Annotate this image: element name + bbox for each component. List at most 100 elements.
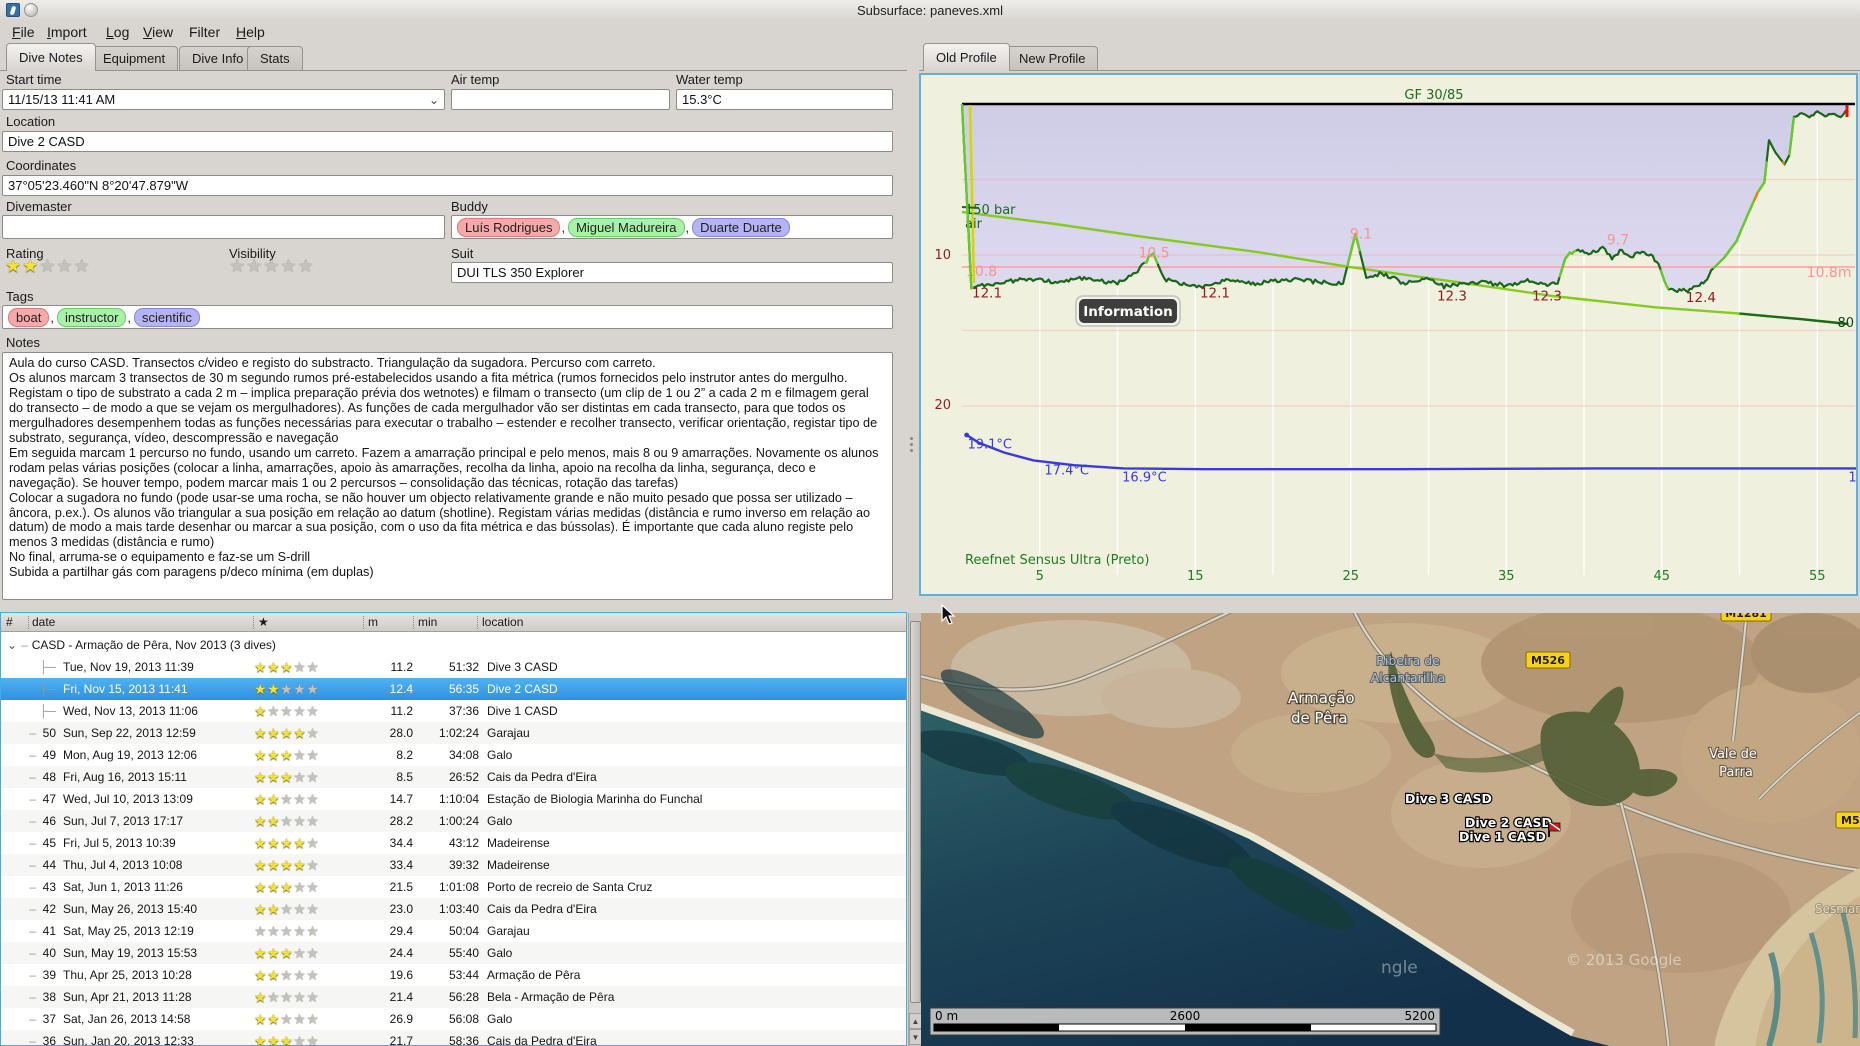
column-header-date[interactable]: date bbox=[32, 615, 55, 629]
dive-row[interactable]: – 42 Sun, May 26, 2013 15:40 ★★★★★ 23.0 1:03… bbox=[1, 898, 906, 920]
depth-annotation: 12.3 bbox=[1437, 289, 1467, 305]
buddy-input[interactable]: Luís Rodrigues, Miguel Madureira, Duarte D… bbox=[451, 215, 893, 239]
svg-text:5200: 5200 bbox=[1404, 1009, 1435, 1023]
tab-divider bbox=[919, 70, 1860, 71]
dive-row[interactable]: – 41 Sat, May 25, 2013 12:19 ★★★★★ 29.4 50:0… bbox=[1, 920, 906, 942]
dive-trip-group-row[interactable]: ⌄ – CASD - Armação de Pêra, Nov 2013 (3 di… bbox=[1, 634, 906, 656]
tag-chip[interactable]: scientific bbox=[134, 307, 200, 327]
buddy-chip[interactable]: Luís Rodrigues bbox=[457, 217, 561, 237]
menu-view[interactable]: View bbox=[139, 23, 177, 41]
dive-row[interactable]: – 43 Sat, Jun 1, 2013 11:26 ★★★★★ 21.5 1:01:… bbox=[1, 876, 906, 898]
column-header-num[interactable]: # bbox=[6, 615, 13, 629]
start-time-label: Start time bbox=[6, 72, 62, 87]
dive-row[interactable]: – 36 Sun, Jan 20, 2013 12:33 ★★★★★ 21.7 58:3… bbox=[1, 1030, 906, 1045]
dive-row[interactable]: – 48 Fri, Aug 16, 2013 15:11 ★★★★★ 8.5 26:52… bbox=[1, 766, 906, 788]
column-separator bbox=[253, 616, 254, 629]
temperature-label: 17.4°C bbox=[1044, 464, 1089, 479]
tab-equipment[interactable]: Equipment bbox=[90, 46, 179, 71]
dive-row[interactable]: – 38 Sun, Apr 21, 2013 11:28 ★★★★★ 21.4 56:2… bbox=[1, 986, 906, 1008]
x-axis-tick: 55 bbox=[1809, 569, 1826, 584]
app-window: Subsurface: paneves.xml File Import Log Vie… bbox=[0, 0, 1860, 1046]
tag-chip[interactable]: boat bbox=[8, 307, 50, 327]
menu-log[interactable]: Log bbox=[102, 23, 133, 41]
column-header-m[interactable]: m bbox=[368, 615, 378, 629]
dive-row[interactable]: – 44 Thu, Jul 4, 2013 10:08 ★★★★★ 33.4 39:32… bbox=[1, 854, 906, 876]
column-header-location[interactable]: location bbox=[482, 615, 523, 629]
menu-file[interactable]: File bbox=[8, 23, 39, 41]
svg-text:M1281: M1281 bbox=[1725, 613, 1767, 620]
water-temp-input[interactable]: 15.3°C bbox=[676, 89, 893, 110]
svg-text:Parra: Parra bbox=[1719, 765, 1753, 780]
mouse-cursor bbox=[941, 604, 956, 625]
tab-stats[interactable]: Stats bbox=[247, 46, 303, 71]
air-temp-input[interactable] bbox=[451, 89, 670, 110]
dive-list-scrollbar[interactable]: ▲ ▼ bbox=[908, 613, 922, 1046]
dive-row-selected[interactable]: ├─ Fri, Nov 15, 2013 11:41 ★★★★★ 12.4 56:35 D… bbox=[1, 678, 906, 700]
column-separator bbox=[477, 616, 478, 629]
notes-label: Notes bbox=[6, 335, 40, 350]
dive2-site-label: Dive 2 CASD bbox=[1465, 815, 1552, 830]
x-axis-tick: 35 bbox=[1498, 569, 1515, 584]
sesmarias-label: Sesmarias bbox=[1815, 902, 1860, 916]
gf-label: GF 30/85 bbox=[1404, 88, 1463, 103]
chevron-down-icon[interactable]: ⌄ bbox=[429, 93, 439, 107]
menu-bar: File Import Log View Filter Help bbox=[0, 20, 1860, 44]
svg-text:de Pêra: de Pêra bbox=[1291, 709, 1348, 727]
coordinates-label: Coordinates bbox=[6, 158, 77, 173]
menu-import[interactable]: Import bbox=[43, 23, 91, 41]
information-tooltip[interactable]: Information bbox=[1075, 295, 1181, 327]
depth-annotation: 10.8m bbox=[1807, 265, 1852, 281]
buddy-chip[interactable]: Duarte Duarte bbox=[692, 217, 790, 237]
svg-text:0 m: 0 m bbox=[935, 1009, 958, 1023]
buddy-chip[interactable]: Miguel Madureira bbox=[568, 217, 685, 237]
dive-row[interactable]: – 37 Sat, Jan 26, 2013 14:58 ★★★★★ 26.9 56:0… bbox=[1, 1008, 906, 1030]
watermark-partial: ngle bbox=[1381, 958, 1418, 978]
coordinates-input[interactable]: 37°05'23.460"N 8°20'47.879"W bbox=[2, 175, 893, 196]
dive-row[interactable]: – 47 Wed, Jul 10, 2013 13:09 ★★★★★ 14.7 1:10… bbox=[1, 788, 906, 810]
dive-row[interactable]: ├─ Tue, Nov 19, 2013 11:39 ★★★★★ 11.2 51:32 D… bbox=[1, 656, 906, 678]
visibility-stars[interactable]: ★★★★★ bbox=[229, 256, 315, 277]
tab-dive-info[interactable]: Dive Info bbox=[179, 46, 257, 71]
depth-annotation: 12.1 bbox=[972, 286, 1002, 302]
dive-row[interactable]: – 50 Sun, Sep 22, 2013 12:59 ★★★★★ 28.0 1:02… bbox=[1, 722, 906, 744]
tab-dive-notes[interactable]: Dive Notes bbox=[6, 43, 96, 71]
x-axis-tick: 25 bbox=[1342, 569, 1359, 584]
menu-help[interactable]: Help bbox=[232, 23, 269, 41]
temperature-label: 19.1°C bbox=[967, 437, 1012, 452]
location-label: Location bbox=[6, 114, 56, 129]
tags-input[interactable]: boat, instructor, scientific bbox=[2, 305, 893, 329]
rating-stars[interactable]: ★★★★★ bbox=[5, 256, 91, 277]
location-input[interactable]: Dive 2 CASD bbox=[2, 131, 893, 152]
suit-input[interactable]: DUI TLS 350 Explorer bbox=[451, 262, 893, 283]
buddy-label: Buddy bbox=[451, 199, 488, 214]
dive-row[interactable]: – 45 Fri, Jul 5, 2013 10:39 ★★★★★ 34.4 43:12… bbox=[1, 832, 906, 854]
dive3-site-label: Dive 3 CASD bbox=[1405, 791, 1492, 806]
depth-annotation: 12.3 bbox=[1532, 289, 1562, 305]
scrollbar-thumb[interactable] bbox=[910, 621, 921, 1003]
pressure-end-label: 80 bbox=[1837, 316, 1854, 331]
dive-list: # date ★ m min location ⌄ – CASD - Armação de P… bbox=[0, 612, 907, 1046]
dive-row[interactable]: – 40 Sun, May 19, 2013 15:53 ★★★★★ 24.4 55:4… bbox=[1, 942, 906, 964]
dive-row[interactable]: – 46 Sun, Jul 7, 2013 17:17 ★★★★★ 28.2 1:00:… bbox=[1, 810, 906, 832]
start-time-input[interactable]: 11/15/13 11:41 AM ⌄ bbox=[2, 89, 445, 110]
tag-chip[interactable]: instructor bbox=[56, 307, 127, 327]
dive-row[interactable]: – 49 Mon, Aug 19, 2013 12:06 ★★★★★ 8.2 34:08… bbox=[1, 744, 906, 766]
tab-old-profile[interactable]: Old Profile bbox=[923, 43, 1010, 71]
menu-filter[interactable]: Filter bbox=[185, 23, 224, 41]
depth-annotation: 10.5 bbox=[1138, 246, 1169, 262]
column-header-stars[interactable]: ★ bbox=[258, 615, 269, 629]
tab-new-profile[interactable]: New Profile bbox=[1006, 46, 1099, 71]
google-watermark: © 2013 Google bbox=[1566, 951, 1682, 969]
depth-tick-20: 20 bbox=[934, 398, 951, 413]
dive-row[interactable]: – 39 Thu, Apr 25, 2013 10:28 ★★★★★ 19.6 53:4… bbox=[1, 964, 906, 986]
column-header-min[interactable]: min bbox=[418, 615, 437, 629]
chevron-expand-icon[interactable]: ⌄ bbox=[7, 638, 17, 652]
dive-site-map[interactable]: Armação de Pêra Ribeira de Alcantarilha … bbox=[921, 613, 1860, 1046]
splitter-handle[interactable] bbox=[910, 434, 913, 455]
divemaster-input[interactable] bbox=[2, 215, 445, 239]
tags-label: Tags bbox=[6, 289, 34, 304]
notes-textarea[interactable]: Aula do curso CASD. Transectos c/video e… bbox=[2, 352, 893, 600]
dive-list-header[interactable]: # date ★ m min location bbox=[1, 613, 906, 632]
dive-row[interactable]: ├─ Wed, Nov 13, 2013 11:06 ★★★★★ 11.2 37:36 D… bbox=[1, 700, 906, 722]
column-separator bbox=[28, 616, 29, 629]
